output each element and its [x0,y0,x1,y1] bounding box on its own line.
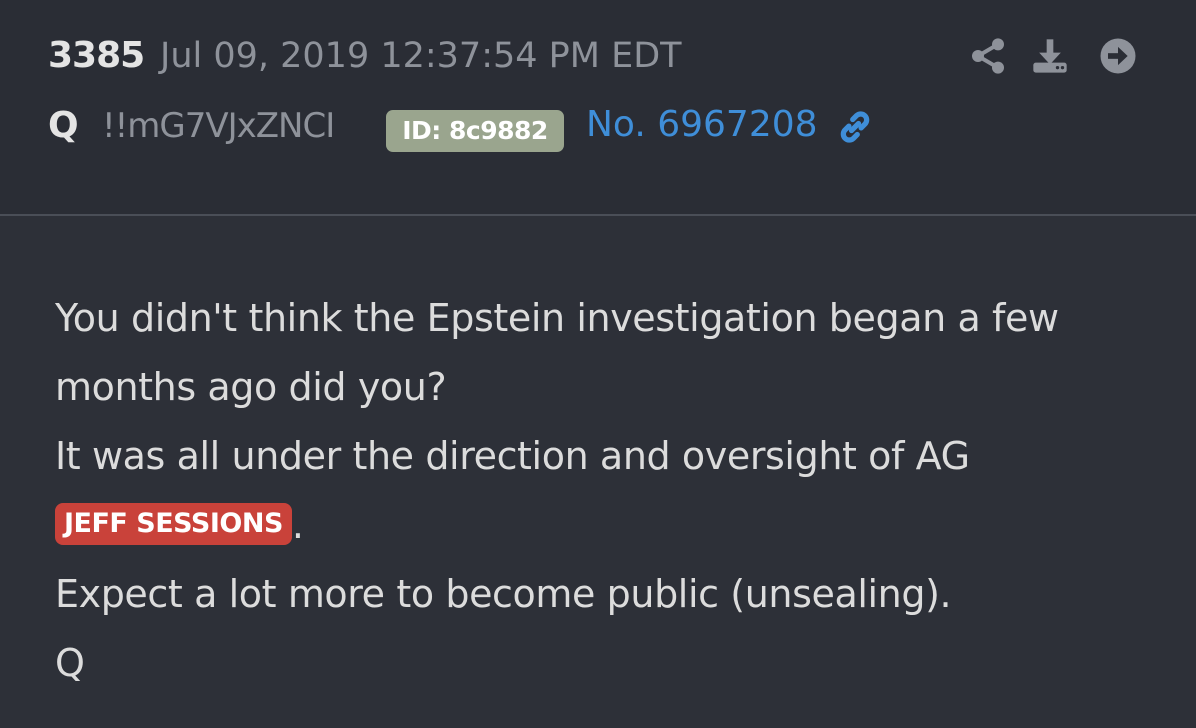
body-line: It was all under the direction and overs… [55,434,970,478]
tag-badge[interactable]: JEFF SESSIONS [55,503,292,545]
tag-suffix: . [291,503,304,547]
post-body: You didn't think the Epstein investigati… [55,284,1155,698]
id-badge: ID: 8c9882 [386,110,564,152]
link-icon[interactable] [834,106,876,148]
download-icon[interactable] [1030,36,1070,76]
post-timestamp: Jul 09, 2019 12:37:54 PM EDT [160,36,682,76]
post-signature: Q [55,641,85,685]
body-line: months ago did you? [55,365,447,409]
header-divider [0,214,1196,216]
author-name: Q [48,105,79,146]
arrow-circle-right-icon[interactable] [1098,36,1138,76]
body-line-tag: JEFF SESSIONS. [55,491,1155,560]
body-line: You didn't think the Epstein investigati… [55,296,1059,340]
post-number-link[interactable]: No. 6967208 [586,102,818,148]
author-tripcode: !!mG7VJxZNCI [102,106,335,146]
post-number: 3385 [48,35,145,76]
body-line: Expect a lot more to become public (unse… [55,572,952,616]
share-icon[interactable] [968,36,1008,76]
